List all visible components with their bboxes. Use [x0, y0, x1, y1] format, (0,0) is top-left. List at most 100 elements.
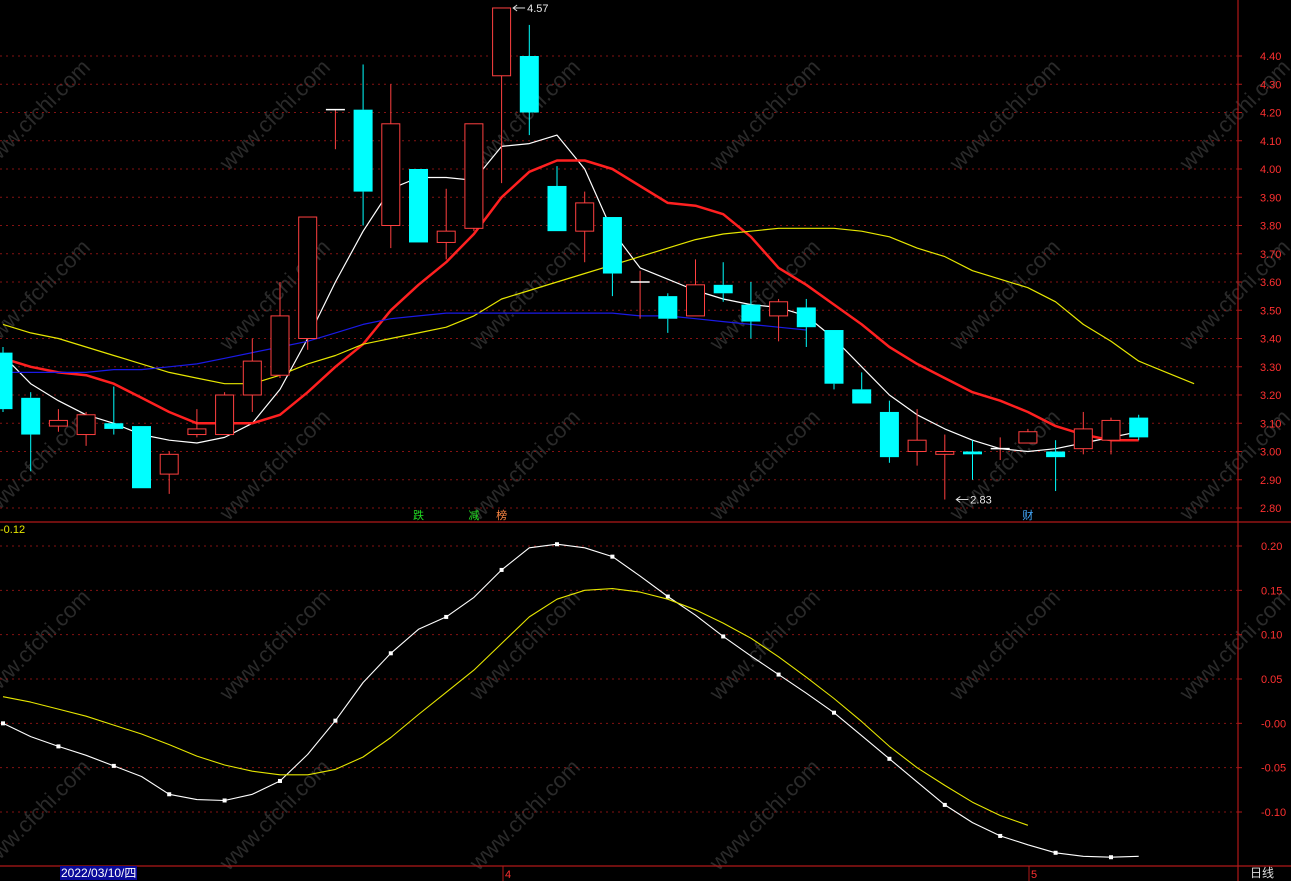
- indicator-marker: [555, 542, 559, 547]
- candle: [353, 64, 373, 226]
- candle: [464, 123, 484, 232]
- price-tick-label: 4.30: [1260, 79, 1281, 91]
- indicator-tick-label: 0.10: [1261, 630, 1282, 642]
- candle: [602, 217, 622, 297]
- price-tick-label: 3.10: [1260, 418, 1281, 430]
- watermark-text: www.cfchi.com: [464, 754, 585, 875]
- period-button[interactable]: 日线: [1250, 866, 1274, 880]
- candle: [298, 216, 318, 350]
- candle-body: [215, 394, 235, 436]
- candle-body: [76, 414, 96, 436]
- candle-body: [353, 109, 373, 192]
- candle-body: [686, 284, 705, 317]
- event-label: 榜: [496, 508, 507, 522]
- indicator-marker: [499, 567, 504, 572]
- indicator-tick-label: 0.15: [1261, 585, 1282, 597]
- candle-body: [547, 185, 567, 232]
- candle-body: [1073, 428, 1093, 450]
- watermark-text: www.cfchi.com: [944, 234, 1065, 355]
- indicator-marker: [887, 756, 892, 761]
- indicator-tick-label: 0.05: [1261, 674, 1282, 686]
- candle-body: [21, 397, 41, 435]
- indicator-marker: [721, 634, 726, 639]
- candle-body: [132, 426, 151, 489]
- candle-body: [575, 202, 595, 232]
- watermark-text: www.cfchi.com: [944, 54, 1065, 175]
- candle-body: [713, 284, 733, 294]
- watermark-text: www.cfchi.com: [0, 54, 95, 175]
- candle-body: [0, 352, 13, 410]
- candle-body: [464, 123, 484, 229]
- indicator-tick-label: 0.20: [1261, 541, 1282, 553]
- indicator-marker: [167, 792, 172, 797]
- watermark-text: www.cfchi.com: [0, 234, 95, 355]
- watermark-text: www.cfchi.com: [704, 54, 825, 175]
- watermark-text: www.cfchi.com: [704, 754, 825, 875]
- watermark-layer: www.cfchi.com www.cfchi.com www.cfchi.com w…: [0, 54, 1291, 875]
- watermark-text: www.cfchi.com: [1174, 584, 1291, 705]
- price-tick-label: 3.50: [1260, 305, 1281, 317]
- watermark-text: www.cfchi.com: [464, 404, 585, 525]
- candle: [713, 262, 733, 302]
- cursor-date: 2022/03/10/四: [60, 866, 138, 880]
- candle-body: [796, 307, 816, 328]
- indicator-marker: [56, 744, 61, 749]
- candle: [0, 346, 13, 412]
- candle-body: [602, 217, 622, 274]
- candle-body: [1129, 417, 1149, 438]
- price-tick-label: 3.40: [1260, 334, 1281, 346]
- candle-body: [492, 7, 512, 77]
- candle-body: [658, 296, 678, 319]
- event-label: 减: [468, 509, 479, 522]
- watermark-text: www.cfchi.com: [464, 584, 585, 705]
- candle: [132, 426, 151, 489]
- price-tick-label: 3.00: [1260, 447, 1281, 459]
- candle-body: [519, 56, 539, 113]
- watermark-text: www.cfchi.com: [464, 234, 585, 355]
- indicator-marker: [1, 721, 5, 726]
- price-tick-label: 4.00: [1260, 164, 1281, 176]
- candle: [935, 434, 955, 500]
- price-tick-label: 2.80: [1260, 503, 1281, 515]
- indicator-marker: [832, 710, 836, 715]
- indicator-marker: [278, 778, 282, 783]
- price-tick-label: 3.30: [1260, 362, 1281, 374]
- candle-body: [298, 216, 318, 339]
- candle-body: [187, 428, 207, 436]
- indicator-marker: [388, 651, 393, 656]
- price-tick-label: 3.20: [1260, 390, 1281, 402]
- candle-body: [104, 423, 124, 429]
- candle: [409, 169, 428, 243]
- candle: [547, 166, 567, 232]
- candle: [104, 386, 124, 435]
- candle: [76, 411, 96, 446]
- event-label: 财: [1022, 508, 1033, 522]
- candle: [852, 372, 872, 404]
- indicator-marker: [111, 763, 116, 768]
- ma-line-0: [2, 134, 1139, 453]
- candle: [159, 451, 179, 494]
- ma-line-1: [2, 159, 1139, 442]
- candle: [1073, 411, 1093, 455]
- indicator-marker: [610, 554, 615, 559]
- candle: [630, 270, 650, 319]
- indicator-marker: [998, 833, 1003, 838]
- watermark-text: www.cfchi.com: [214, 54, 335, 175]
- watermark-text: www.cfchi.com: [704, 584, 825, 705]
- indicator-tick-label: -0.10: [1261, 807, 1286, 819]
- watermark-text: www.cfchi.com: [214, 584, 335, 705]
- annotation-label: 4.57: [527, 3, 548, 15]
- candle-body: [907, 439, 927, 453]
- candle: [658, 293, 678, 333]
- ma-line-3: [3, 312, 807, 373]
- candle: [879, 400, 899, 463]
- indicator-marker: [665, 594, 670, 599]
- candle: [436, 188, 456, 260]
- candle-body: [963, 451, 982, 455]
- candle-body: [852, 389, 872, 404]
- candle-body: [270, 315, 290, 376]
- month-label: 5: [1031, 869, 1037, 881]
- candle-body: [381, 123, 401, 226]
- candle: [769, 298, 789, 342]
- chart-canvas: www.cfchi.com www.cfchi.com www.cfchi.com w…: [0, 0, 1291, 881]
